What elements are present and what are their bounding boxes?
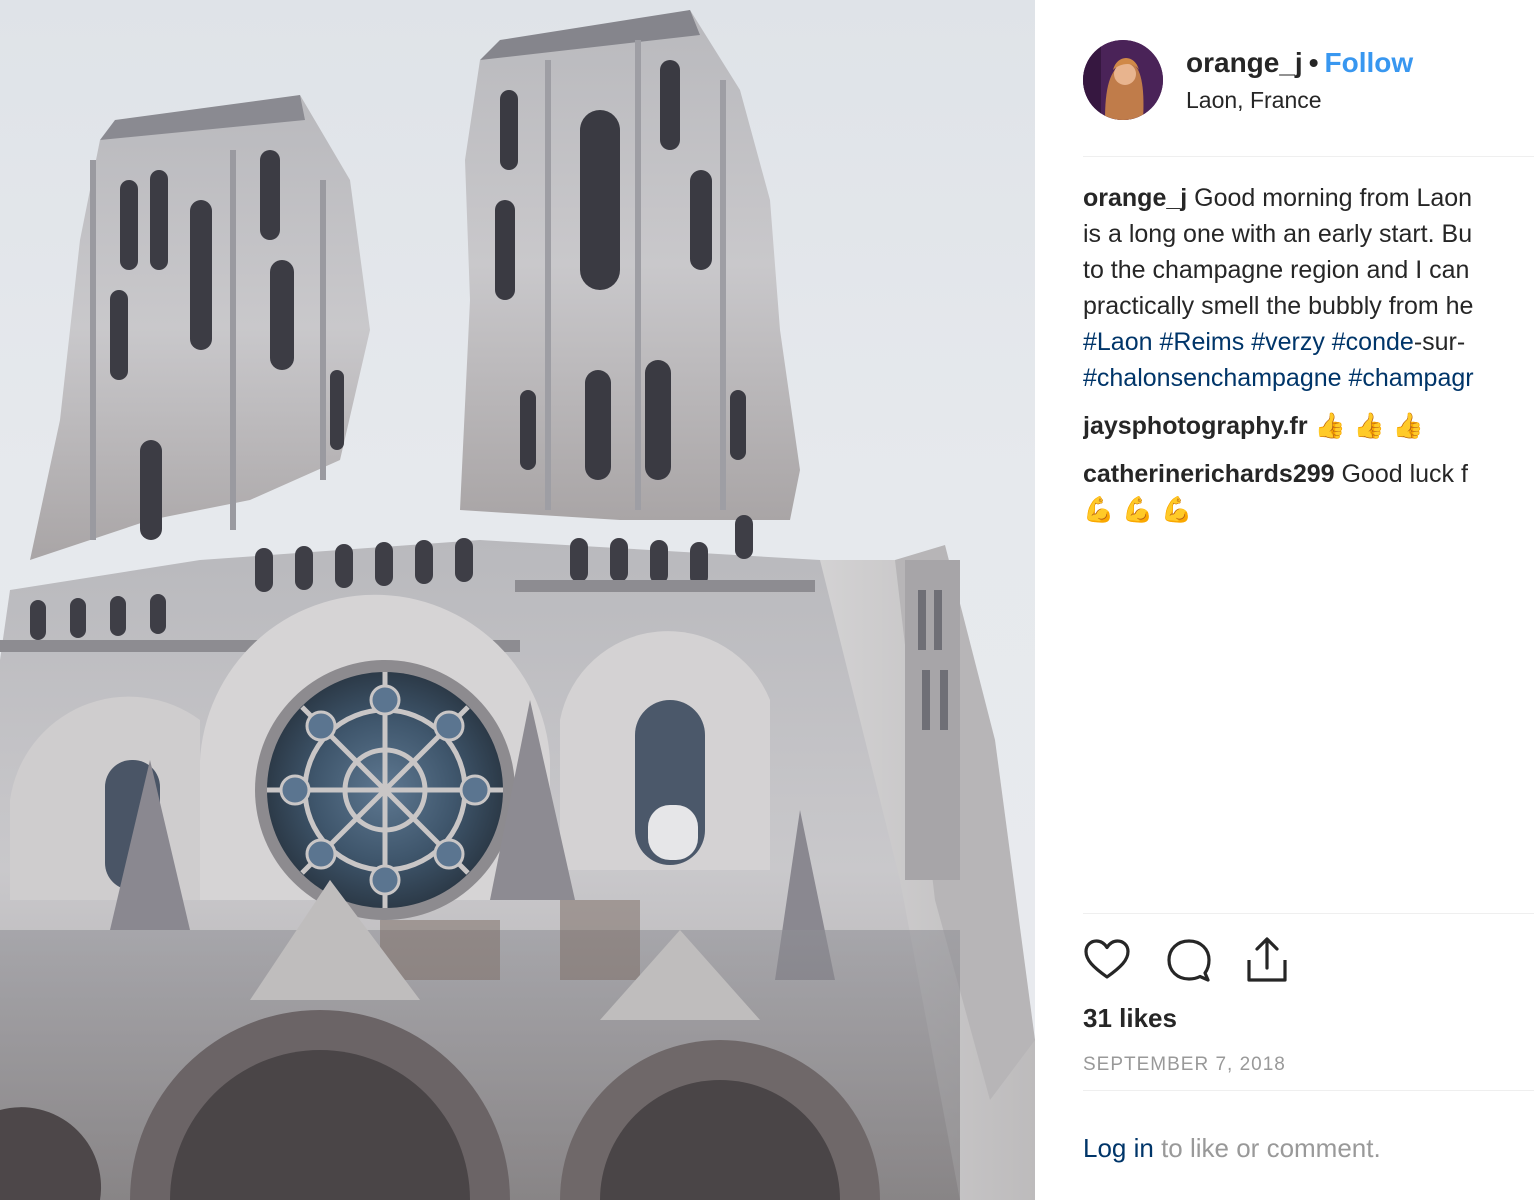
- actions-divider: [1083, 913, 1534, 914]
- hashtag-link[interactable]: #conde: [1332, 328, 1414, 356]
- share-icon: [1247, 937, 1287, 982]
- like-button[interactable]: [1083, 936, 1131, 984]
- login-prompt-text: to like or comment.: [1161, 1133, 1381, 1163]
- location-link[interactable]: Laon, France: [1186, 86, 1322, 114]
- comment-line: catherinerichards299 Good luck f: [1083, 456, 1534, 492]
- comment-username[interactable]: catherinerichards299: [1083, 460, 1335, 488]
- avatar[interactable]: [1083, 40, 1163, 120]
- left-tower: [30, 95, 370, 560]
- comment-text: Good luck f: [1341, 460, 1468, 488]
- footer-divider: [1083, 1090, 1534, 1091]
- avatar-image: [1083, 40, 1163, 120]
- header-divider: [1083, 156, 1534, 157]
- hashtag-link[interactable]: #Laon: [1083, 328, 1153, 356]
- post-photo[interactable]: [0, 0, 1035, 1200]
- hashtag-link[interactable]: #Reims: [1159, 328, 1244, 356]
- likes-count[interactable]: 31 likes: [1083, 1001, 1177, 1035]
- comment-button[interactable]: [1165, 936, 1213, 984]
- comment: jaysphotography.fr 👍 👍 👍: [1083, 408, 1534, 444]
- caption: orange_j Good morning from Laon is a lon…: [1083, 180, 1534, 396]
- hashtag-suffix: -sur-: [1413, 328, 1466, 356]
- post-header: orange_j • Follow Laon, France: [1083, 40, 1533, 120]
- separator-dot: •: [1308, 47, 1319, 78]
- action-bar: [1083, 936, 1383, 986]
- caption-line: to the champagne region and I can: [1083, 256, 1470, 284]
- follow-button[interactable]: Follow: [1325, 47, 1414, 78]
- comment-line: jaysphotography.fr 👍 👍 👍: [1083, 408, 1534, 444]
- post-side-panel: orange_j • Follow Laon, France orange_j Go…: [1035, 0, 1534, 1200]
- comment: catherinerichards299 Good luck f 💪 💪 💪: [1083, 456, 1534, 528]
- heart-icon: [1084, 939, 1130, 979]
- login-link[interactable]: Log in: [1083, 1133, 1154, 1163]
- hashtag-link[interactable]: #verzy: [1251, 328, 1325, 356]
- right-tower: [460, 10, 800, 520]
- caption-text: Good morning from Laon: [1194, 184, 1473, 212]
- hashtag-line: #Laon #Reims #verzy #conde-sur-: [1083, 324, 1534, 360]
- flexed-biceps-icon: 💪 💪 💪: [1083, 495, 1193, 524]
- caption-username[interactable]: orange_j: [1083, 184, 1187, 212]
- author-username[interactable]: orange_j: [1186, 47, 1303, 78]
- caption-line: orange_j Good morning from Laon: [1083, 180, 1534, 216]
- share-button[interactable]: [1243, 936, 1291, 984]
- post-date[interactable]: SEPTEMBER 7, 2018: [1083, 1053, 1286, 1077]
- caption-line: is a long one with an early start. Bu: [1083, 220, 1473, 248]
- caption-line: practically smell the bubbly from he: [1083, 292, 1474, 320]
- hashtag-link[interactable]: #champagr: [1349, 364, 1474, 392]
- hashtag-link[interactable]: #chalonsenchampagne: [1083, 364, 1342, 392]
- login-prompt: Log in to like or comment.: [1083, 1131, 1381, 1165]
- comment-username[interactable]: jaysphotography.fr: [1083, 412, 1308, 440]
- username-row: orange_j • Follow: [1186, 46, 1413, 80]
- comments-section: orange_j Good morning from Laon is a lon…: [1083, 180, 1534, 540]
- hashtag-line: #chalonsenchampagne #champagr: [1083, 360, 1534, 396]
- cathedral-photo: [0, 10, 1035, 1200]
- instagram-post-page: orange_j • Follow Laon, France orange_j Go…: [0, 0, 1534, 1200]
- comment-bubble-icon: [1167, 939, 1211, 982]
- thumbs-up-icon: 👍 👍 👍: [1314, 411, 1424, 440]
